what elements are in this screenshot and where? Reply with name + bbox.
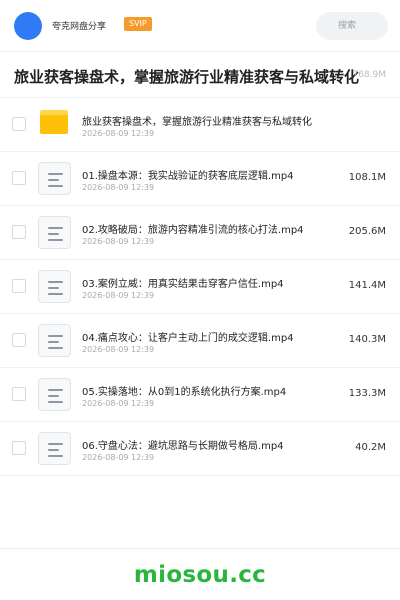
site-watermark: miosou.cc	[133, 562, 267, 588]
file-icon	[38, 270, 71, 303]
avatar[interactable]	[14, 12, 42, 40]
file-date: 2026-08-09 12:39	[82, 129, 155, 138]
file-name: 旅业获客操盘术，掌握旅游行业精准获客与私域转化	[82, 117, 312, 128]
file-size: 40.2M	[355, 442, 386, 453]
row-checkbox[interactable]	[12, 171, 26, 185]
file-date: 2026-08-09 12:39	[82, 237, 155, 246]
file-name: 05.实操落地：从0到1的系统化执行方案.mp4	[82, 387, 287, 398]
file-row[interactable]: 04.痛点攻心：让客户主动上门的成交逻辑.mp4 2026-08-09 12:3…	[0, 314, 400, 368]
folder-row[interactable]: 旅业获客操盘术，掌握旅游行业精准获客与私域转化 2026-08-09 12:39	[0, 98, 400, 152]
file-date: 2026-08-09 12:39	[82, 183, 155, 192]
folder-icon	[40, 110, 68, 134]
row-checkbox[interactable]	[12, 117, 26, 131]
file-name: 01.操盘本源：我实战验证的获客底层逻辑.mp4	[82, 171, 294, 182]
file-date: 2026-08-09 12:39	[82, 345, 155, 354]
row-checkbox[interactable]	[12, 441, 26, 455]
file-icon	[38, 162, 71, 195]
file-list: 旅业获客操盘术，掌握旅游行业精准获客与私域转化 2026-08-09 12:39…	[0, 98, 400, 476]
file-icon	[38, 216, 71, 249]
share-title-row: 旅业获客操盘术，掌握旅游行业精准获客与私域转化 768.9M	[0, 52, 400, 98]
file-row[interactable]: 03.案例立威：用真实结果击穿客户信任.mp4 2026-08-09 12:39…	[0, 260, 400, 314]
row-checkbox[interactable]	[12, 225, 26, 239]
file-name: 02.攻略破局：旅游内容精准引流的核心打法.mp4	[82, 225, 304, 236]
share-owner-name: 夸克网盘分享	[52, 22, 107, 32]
file-name: 03.案例立威：用真实结果击穿客户信任.mp4	[82, 279, 284, 290]
footer-divider	[0, 548, 400, 549]
file-size: 205.6M	[348, 226, 386, 237]
file-row[interactable]: 06.守盘心法：避坑思路与长期做号格局.mp4 2026-08-09 12:39…	[0, 422, 400, 476]
file-row[interactable]: 05.实操落地：从0到1的系统化执行方案.mp4 2026-08-09 12:3…	[0, 368, 400, 422]
file-icon	[38, 324, 71, 357]
file-size: 141.4M	[348, 280, 386, 291]
file-size: 108.1M	[348, 172, 386, 183]
row-checkbox[interactable]	[12, 333, 26, 347]
file-date: 2026-08-09 12:39	[82, 291, 155, 300]
file-icon	[38, 432, 71, 465]
file-date: 2026-08-09 12:39	[82, 453, 155, 462]
file-name: 04.痛点攻心：让客户主动上门的成交逻辑.mp4	[82, 333, 294, 344]
row-checkbox[interactable]	[12, 387, 26, 401]
search-input[interactable]: 搜索	[316, 12, 388, 40]
file-icon	[38, 378, 71, 411]
file-row[interactable]: 02.攻略破局：旅游内容精准引流的核心打法.mp4 2026-08-09 12:…	[0, 206, 400, 260]
page-title: 旅业获客操盘术，掌握旅游行业精准获客与私域转化	[14, 68, 360, 86]
app-header: 夸克网盘分享 SVIP 搜索	[0, 0, 400, 52]
file-row[interactable]: 01.操盘本源：我实战验证的获客底层逻辑.mp4 2026-08-09 12:3…	[0, 152, 400, 206]
file-size: 133.3M	[348, 388, 386, 399]
file-date: 2026-08-09 12:39	[82, 399, 155, 408]
svip-badge: SVIP	[124, 17, 152, 31]
file-name: 06.守盘心法：避坑思路与长期做号格局.mp4	[82, 441, 284, 452]
file-size: 140.3M	[348, 334, 386, 345]
row-checkbox[interactable]	[12, 279, 26, 293]
total-size: 768.9M	[352, 70, 386, 80]
